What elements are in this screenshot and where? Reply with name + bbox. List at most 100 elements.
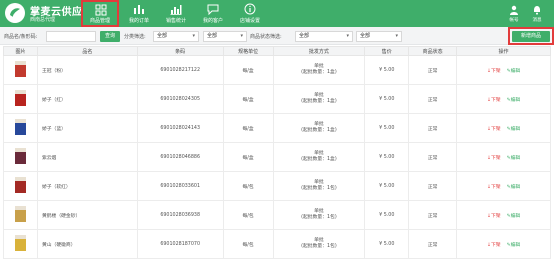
nav-label: 我的客户 [202,18,223,24]
wholesale-min-qty: (起批数量：1包) [301,186,337,191]
top-navigation-bar: 掌麦云供应 西南总代理 商品管理 我的订单 销售统计 我的客户 店铺设置 帐号 … [0,0,554,27]
product-image[interactable] [14,90,26,106]
product-image[interactable] [14,119,26,135]
product-status: 正常 [408,113,458,143]
wholesale-cell: 单批 (起批数量：1盒) [272,84,366,114]
chevron-down-icon: ▾ [240,33,243,39]
product-unit: 每/包 [222,171,274,201]
product-price: ¥ 5.00 [364,142,410,172]
edit-button[interactable]: ✎编辑 [507,69,521,74]
product-status: 正常 [408,200,458,230]
account-button[interactable]: 帐号 [504,4,524,24]
product-image-cell [3,229,38,259]
category-select-value: 全部 [157,33,168,39]
edit-button[interactable]: ✎编辑 [507,127,521,132]
name-search-input[interactable] [46,31,96,42]
product-image-cell [3,200,38,230]
grid-icon [95,4,107,16]
message-button[interactable]: 消息 [527,4,547,24]
unlist-button[interactable]: ↓下架 [487,214,501,219]
product-price: ¥ 5.00 [364,229,410,259]
product-status: 正常 [408,171,458,201]
unlist-button[interactable]: ↓下架 [487,69,501,74]
table-row: 娇子（蓝） 6901028024143 每/盒 单批 (起批数量：1盒) ¥ 5.00 正常… [3,113,551,143]
status-select[interactable]: 全部 ▾ [295,31,353,42]
user-icon [510,5,518,15]
header-status: 商品状态 [408,46,458,56]
category-select[interactable]: 全部 ▾ [153,31,199,42]
product-name: 娇子（软红） [36,171,138,201]
product-barcode: 6901028024305 [136,84,224,114]
product-image-cell [3,84,38,114]
chart-bars-icon [134,5,144,14]
product-barcode: 6901028036938 [136,200,224,230]
unlist-button[interactable]: ↓下架 [487,127,501,132]
nav-label: 我的订单 [128,18,149,24]
add-product-button[interactable]: 新增商品 [512,31,550,42]
unlist-button[interactable]: ↓下架 [487,98,501,103]
product-barcode: 6901028046886 [136,142,224,172]
edit-button[interactable]: ✎编辑 [507,185,521,190]
header-price: 售价 [364,46,410,56]
product-barcode: 6901028217122 [136,55,224,85]
substatus-select[interactable]: 全部 ▾ [356,31,402,42]
table-row: 娇子（红） 6901028024305 每/盒 单批 (起批数量：1盒) ¥ 5.00 正常… [3,84,551,114]
product-name: 黄山（硬徽商） [36,229,138,259]
product-price: ¥ 5.00 [364,200,410,230]
header-actions: 操作 [456,46,551,56]
product-image[interactable] [14,206,26,222]
product-status: 正常 [408,55,458,85]
nav-label: 商品管理 [89,18,110,24]
unlist-button[interactable]: ↓下架 [487,185,501,190]
edit-button[interactable]: ✎编辑 [507,98,521,103]
product-status: 正常 [408,142,458,172]
query-button[interactable]: 查询 [100,31,120,42]
nav-my-customers[interactable]: 我的客户 [194,0,232,27]
wholesale-cell: 单批 (起批数量：1包) [272,229,366,259]
chevron-down-icon: ▾ [346,33,349,39]
product-image-cell [3,55,38,85]
message-label: 消息 [532,18,542,23]
product-unit: 每/盒 [222,84,274,114]
product-price: ¥ 5.00 [364,55,410,85]
product-barcode: 6901028187070 [136,229,224,259]
product-status: 正常 [408,229,458,259]
product-price: ¥ 5.00 [364,84,410,114]
product-image[interactable] [14,177,26,193]
table-header-row: 图片 品名 条码 规格单位 批发方式 售价 商品状态 操作 [3,46,551,56]
nav-store-settings[interactable]: 店铺设置 [231,0,269,27]
substatus-select-value: 全部 [360,33,371,39]
header-unit: 规格单位 [222,46,274,56]
product-price: ¥ 5.00 [364,171,410,201]
status-filter-label: 商品状态筛选: [250,34,282,40]
nav-product-management[interactable]: 商品管理 [81,0,119,27]
unlist-button[interactable]: ↓下架 [487,156,501,161]
product-image[interactable] [14,148,26,164]
product-unit: 每/盒 [222,142,274,172]
subcategory-select[interactable]: 全部 ▾ [203,31,247,42]
edit-button[interactable]: ✎编辑 [507,214,521,219]
nav-sales-stats[interactable]: 销售统计 [157,0,195,27]
edit-button[interactable]: ✎编辑 [507,156,521,161]
product-barcode: 6901028024143 [136,113,224,143]
app-subtitle: 西南总代理 [30,17,56,23]
wholesale-min-qty: (起批数量：1盒) [301,70,337,75]
nav-my-orders[interactable]: 我的订单 [120,0,158,27]
product-image-cell [3,142,38,172]
nav-label: 销售统计 [165,18,186,24]
product-image[interactable] [14,61,26,77]
actions-cell: ↓下架 ✎编辑 [456,200,551,230]
product-image[interactable] [14,235,26,251]
subcategory-select-value: 全部 [207,33,218,39]
unlist-button[interactable]: ↓下架 [487,243,501,248]
product-price: ¥ 5.00 [364,113,410,143]
edit-button[interactable]: ✎编辑 [507,243,521,248]
wholesale-min-qty: (起批数量：1包) [301,244,337,249]
wholesale-cell: 单批 (起批数量：1盒) [272,142,366,172]
name-search-label: 商品名/条形码: [4,34,38,40]
chat-bubble-icon [207,4,219,15]
product-name: 王冠（粉） [36,55,138,85]
product-unit: 每/包 [222,200,274,230]
product-name: 娇子（红） [36,84,138,114]
chevron-down-icon: ▾ [395,33,398,39]
